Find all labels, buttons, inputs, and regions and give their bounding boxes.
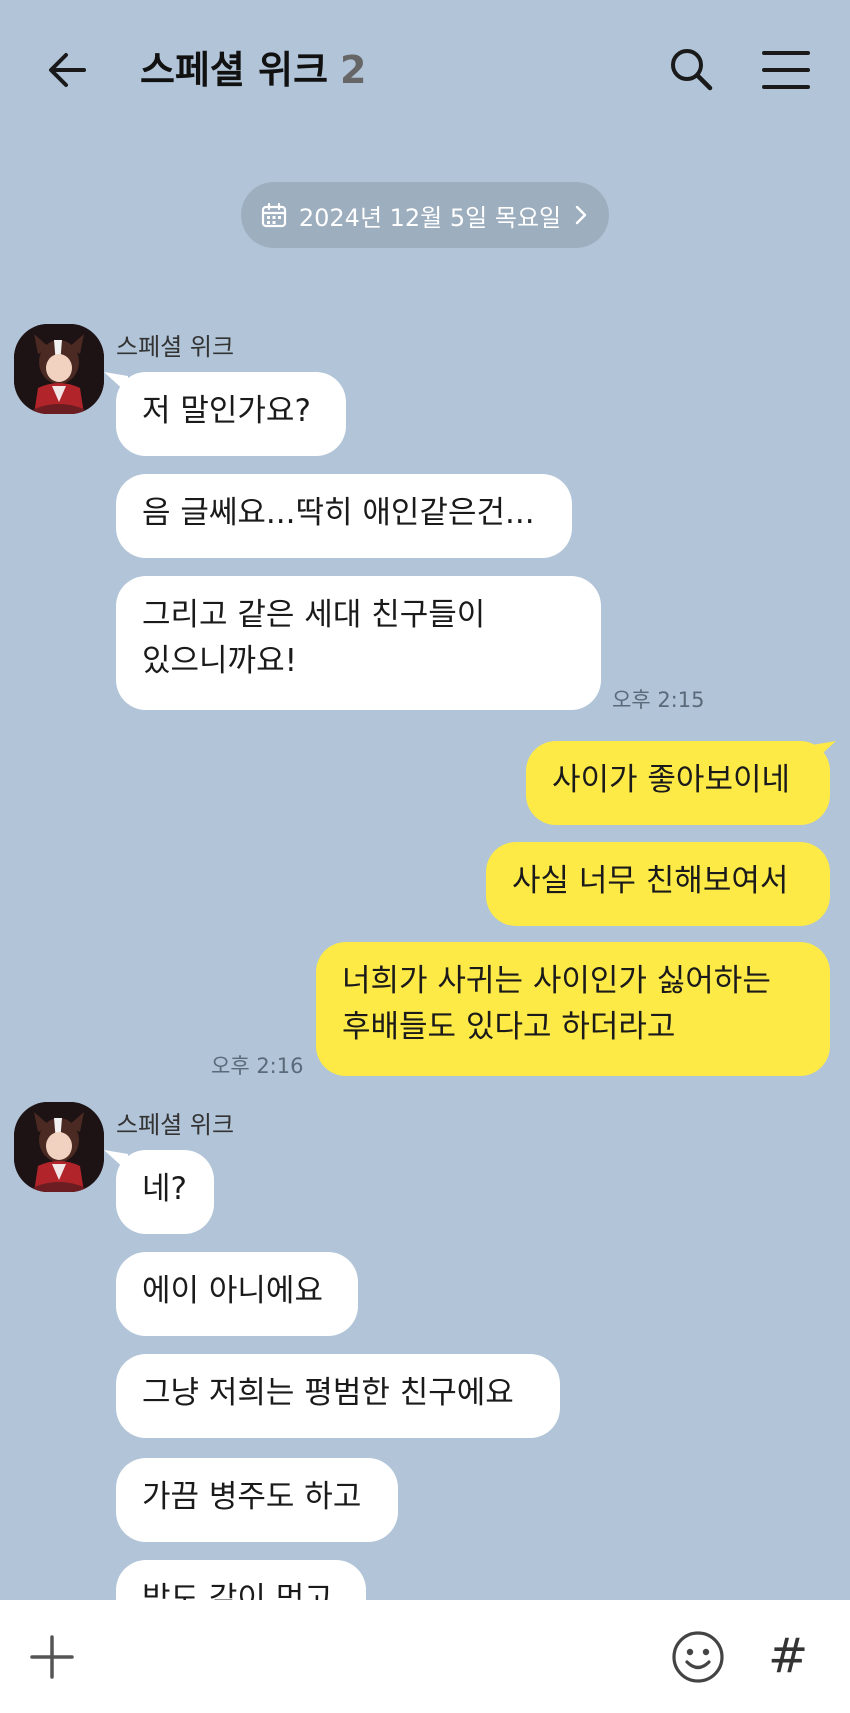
avatar-character-image: [14, 324, 104, 414]
date-label: 2024년 12월 5일 목요일: [298, 203, 562, 232]
avatar-character-image: [14, 1102, 104, 1192]
message-bubble[interactable]: 사이가 좋아보이네: [526, 741, 830, 825]
search-icon: [671, 49, 713, 91]
emoji-button[interactable]: [670, 1629, 726, 1685]
message-bubble[interactable]: 가끔 병주도 하고: [116, 1458, 398, 1542]
message-timestamp: 오후 2:16: [211, 1054, 304, 1078]
chevron-right-icon: [575, 205, 587, 225]
member-count: 2: [340, 48, 367, 92]
plus-icon: [30, 1635, 74, 1679]
message-text: 네?: [142, 1171, 187, 1207]
message-input-bar: #: [0, 1600, 850, 1713]
emoji-icon: [672, 1631, 724, 1683]
message-bubble[interactable]: 에이 아니에요: [116, 1252, 358, 1336]
message-text: 그냥 저희는 평범한 친구에요: [142, 1375, 514, 1411]
sender-avatar[interactable]: [14, 324, 104, 414]
menu-icon: [762, 51, 810, 89]
attach-button[interactable]: [26, 1631, 78, 1683]
sender-avatar[interactable]: [14, 1102, 104, 1192]
message-bubble[interactable]: 그냥 저희는 평범한 친구에요: [116, 1354, 560, 1438]
message-text: 사이가 좋아보이네: [552, 762, 791, 798]
message-text: 저 말인가요?: [142, 393, 311, 429]
message-text: 에이 아니에요: [142, 1273, 323, 1309]
menu-button[interactable]: [756, 40, 816, 100]
message-bubble[interactable]: 네?: [116, 1150, 214, 1234]
chat-title: 스페셜 위크 2: [140, 42, 366, 98]
chat-header: 스페셜 위크 2: [0, 0, 850, 140]
sender-name: 스페셜 위크: [116, 1111, 235, 1139]
message-bubble[interactable]: 음 글쎄요...딱히 애인같은건...: [116, 474, 572, 558]
message-text: 너희가 사귀는 사이인가 싫어하는: [342, 963, 771, 999]
message-text: 있으니까요!: [142, 643, 298, 679]
message-bubble[interactable]: 저 말인가요?: [116, 372, 346, 456]
message-timestamp: 오후 2:15: [612, 688, 705, 712]
date-divider[interactable]: 2024년 12월 5일 목요일: [241, 182, 609, 248]
sender-name: 스페셜 위크: [116, 333, 235, 361]
calendar-icon: [261, 202, 286, 228]
chat-room-name: 스페셜 위크: [140, 48, 329, 92]
message-text: 음 글쎄요...딱히 애인같은건...: [142, 495, 535, 531]
message-bubble[interactable]: 사실 너무 친해보여서: [486, 842, 830, 926]
search-button[interactable]: [662, 40, 722, 100]
back-arrow-icon: [49, 53, 86, 87]
message-bubble[interactable]: 그리고 같은 세대 친구들이 있으니까요!: [116, 576, 601, 710]
message-text: 그리고 같은 세대 친구들이: [142, 597, 486, 633]
message-text: 후배들도 있다고 하더라고: [342, 1009, 676, 1045]
message-bubble[interactable]: 너희가 사귀는 사이인가 싫어하는 후배들도 있다고 하더라고: [316, 942, 830, 1076]
back-button[interactable]: [40, 42, 96, 98]
hashtag-search-button[interactable]: #: [768, 1628, 808, 1684]
message-text: 사실 너무 친해보여서: [512, 863, 789, 899]
message-text: 가끔 병주도 하고: [142, 1479, 362, 1515]
